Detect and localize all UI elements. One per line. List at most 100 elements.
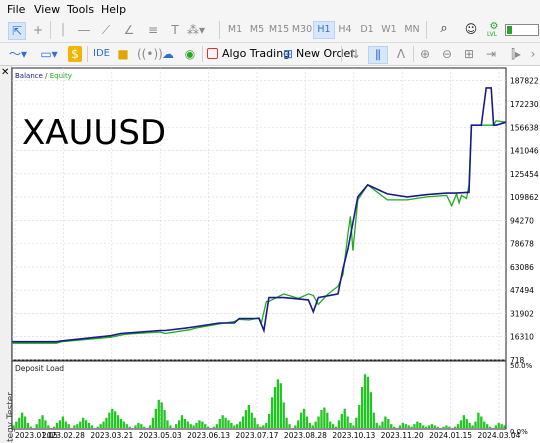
deposit-bar — [201, 421, 204, 428]
deposit-bar — [468, 422, 471, 428]
vps-icon[interactable]: ◉ — [182, 46, 198, 62]
deposit-bar — [453, 426, 457, 428]
deposit-bar — [233, 425, 236, 428]
deposit-bar — [355, 417, 358, 428]
crosshair-icon[interactable]: + — [30, 22, 46, 38]
deposit-bar — [55, 422, 59, 428]
x-tick-label: 2024.01.15 — [429, 431, 472, 440]
menu-help[interactable]: Help — [101, 3, 126, 16]
deposit-bar — [320, 410, 323, 428]
deposit-bar — [12, 425, 15, 428]
x-tick-label: 2023.07.17 — [236, 431, 279, 440]
tf-m5[interactable]: M5 — [247, 22, 267, 38]
cursor-icon[interactable]: ⇱ — [8, 22, 26, 40]
menu-tools[interactable]: Tools — [67, 3, 94, 16]
deposit-bar — [175, 424, 178, 428]
legend-sep: / — [43, 72, 50, 80]
channel-icon[interactable]: ≡ — [145, 22, 161, 38]
deposit-bar — [58, 420, 62, 428]
tf-h1[interactable]: H1 — [313, 21, 335, 39]
menu-file[interactable]: File — [7, 3, 25, 16]
algo-trading-button[interactable]: Algo Trading — [222, 45, 290, 63]
x-tick-label: 2023.10.13 — [332, 431, 375, 440]
deposit-bar — [137, 422, 140, 428]
deposit-bar — [265, 422, 268, 428]
deposit-bar — [387, 419, 390, 428]
deposit-bar — [140, 424, 143, 428]
templates-icon[interactable]: ▭▾ — [37, 46, 61, 62]
deposit-bar — [369, 392, 373, 428]
ide-button[interactable]: IDE — [93, 45, 110, 63]
deposit-bar — [297, 420, 300, 428]
deposit-bar — [503, 425, 506, 428]
new-order-button[interactable]: New Order — [296, 45, 355, 63]
algo-trading-icon[interactable] — [207, 48, 218, 59]
y-tick-label: 125454 — [510, 170, 539, 179]
tile-icon[interactable]: ⊞ — [462, 46, 476, 62]
tf-d1[interactable]: D1 — [358, 22, 376, 38]
x-tick-label: 2023.03.21 — [90, 431, 133, 440]
trendline-icon[interactable]: ⟋ — [98, 22, 114, 38]
deposit-bar — [294, 425, 297, 428]
tf-h4[interactable]: H4 — [336, 22, 354, 38]
shapes-icon[interactable]: ⁂▾ — [186, 22, 206, 38]
zoom-out-icon[interactable]: ⊖ — [440, 46, 454, 62]
text-tool-icon[interactable]: T — [168, 22, 182, 38]
deposit-bar — [116, 415, 120, 428]
deposit-bar — [361, 387, 364, 428]
depth-icon[interactable]: ⇅ — [347, 46, 361, 62]
deposit-bar — [198, 420, 201, 428]
deposit-bar — [206, 426, 210, 428]
deposit-bar — [488, 426, 492, 428]
deposit-bar — [273, 387, 277, 428]
deposit-bar — [21, 412, 24, 428]
chart-type-icon[interactable]: 〜▾ — [6, 46, 30, 62]
deposit-bar — [250, 412, 253, 428]
deposit-bar — [99, 424, 102, 428]
bar-chart-icon[interactable]: ⫼ — [368, 46, 388, 64]
deposit-bar — [326, 412, 329, 428]
search-icon[interactable]: ⌕ — [436, 21, 452, 37]
lvl-label: LVL — [487, 31, 498, 38]
more-icon[interactable]: › — [528, 46, 538, 62]
deposit-bar — [262, 425, 265, 428]
signal-icon[interactable]: ((•)) — [137, 46, 163, 62]
deposit-bar — [485, 424, 489, 428]
lock-icon[interactable]: ■ — [117, 46, 129, 62]
deposit-bar — [442, 426, 445, 428]
deposit-bar — [221, 415, 224, 428]
deposit-bar — [183, 419, 187, 428]
tf-m1[interactable]: M1 — [225, 22, 245, 38]
deposit-bar — [500, 424, 503, 428]
deposit-bar — [122, 421, 126, 428]
cloud-icon[interactable]: ☁ — [160, 46, 176, 62]
tf-mn[interactable]: MN — [402, 22, 422, 38]
dollar-icon[interactable]: $ — [68, 46, 82, 62]
deposit-bar — [61, 416, 65, 428]
new-order-icon[interactable]: ⊞ — [282, 46, 294, 62]
deposit-bar — [392, 426, 396, 428]
tf-w1[interactable]: W1 — [380, 22, 398, 38]
deposit-bar — [253, 417, 256, 428]
deposit-bar — [494, 425, 497, 428]
connection-indicator — [505, 24, 539, 36]
vertical-line-icon[interactable]: ⏐ — [57, 22, 69, 38]
legend-balance: Balance — [15, 72, 43, 80]
deposit-bar — [163, 410, 166, 428]
deposit-bar — [317, 416, 320, 428]
tf-m15[interactable]: M15 — [268, 22, 290, 38]
deposit-bar — [96, 426, 99, 428]
shift-icon[interactable]: ⫿▸ — [506, 46, 526, 62]
deposit-bar — [329, 421, 332, 428]
account-icon[interactable]: ☺ — [463, 21, 479, 37]
line-chart-icon[interactable]: ᐱ — [393, 46, 409, 62]
y-tick-label: 47494 — [510, 286, 534, 295]
horizontal-line-icon[interactable]: ― — [76, 22, 92, 38]
angle-line-icon[interactable]: ∠ — [121, 22, 137, 38]
zoom-in-icon[interactable]: ⊕ — [418, 46, 432, 62]
autoscroll-icon[interactable]: ⇥ — [484, 46, 498, 62]
tf-m30[interactable]: M30 — [291, 22, 313, 38]
deposit-bar — [268, 413, 271, 428]
deposit-bar — [372, 412, 375, 428]
menu-view[interactable]: View — [34, 3, 60, 16]
